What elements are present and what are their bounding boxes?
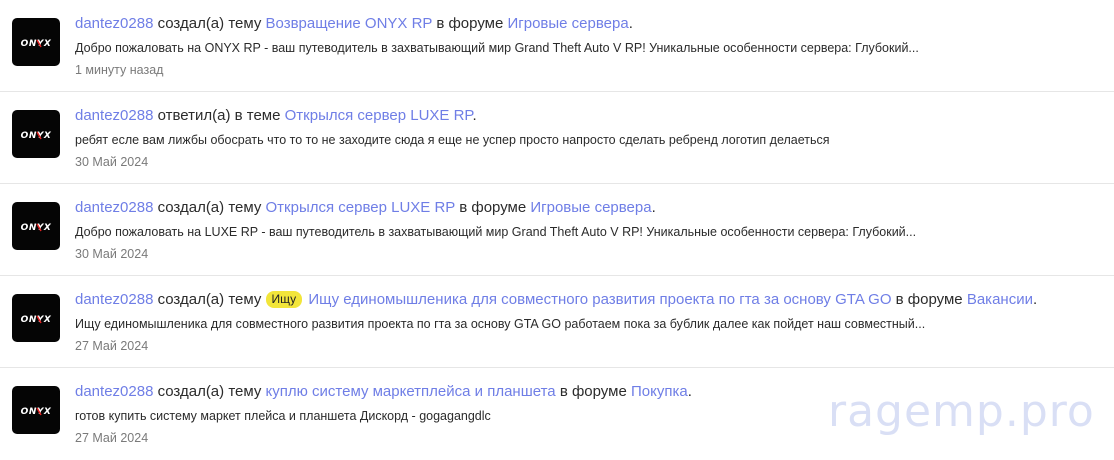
forum-link[interactable]: Игровые сервера (530, 199, 651, 216)
period: . (687, 383, 692, 400)
snippet: готов купить систему маркет плейса и пла… (75, 409, 491, 423)
user-link[interactable]: dantez0288 (75, 199, 153, 216)
period: . (1032, 291, 1038, 308)
svg-text:ONYX: ONYX (21, 223, 52, 232)
list-item: ONYX dantez0288 создал(а) тему куплю сис… (0, 368, 1114, 460)
timestamp[interactable]: 30 Май 2024 (75, 246, 1104, 262)
activity-line: dantez0288 ответил(а) в теме Открылся се… (75, 106, 1104, 126)
svg-text:ONYX: ONYX (21, 407, 52, 416)
list-item: ONYX dantez0288 создал(а) тему Открылся … (0, 184, 1114, 276)
period: . (472, 107, 477, 124)
item-content: dantez0288 создал(а) тему Возвращение ON… (75, 14, 1104, 78)
item-content: dantez0288 ответил(а) в теме Открылся се… (75, 106, 1104, 170)
onyx-logo: ONYX (21, 223, 52, 232)
forum-prefix-text: в форуме (436, 15, 504, 32)
list-item: ONYX dantez0288 ответил(а) в теме Открыл… (0, 92, 1114, 184)
timestamp[interactable]: 1 минуту назад (75, 62, 1104, 78)
svg-text:ONYX: ONYX (21, 131, 52, 140)
onyx-logo: ONYX (21, 131, 52, 140)
onyx-logo: ONYX (21, 39, 52, 48)
snippet: ребят есле вам лижбы обосрать что то то … (75, 133, 830, 147)
forum-link[interactable]: Игровые сервера (507, 15, 628, 32)
svg-text:ONYX: ONYX (21, 315, 52, 324)
onyx-logo: ONYX (21, 407, 52, 416)
user-link[interactable]: dantez0288 (75, 291, 153, 308)
forum-prefix-text: в форуме (459, 199, 527, 216)
avatar[interactable]: ONYX (12, 202, 60, 250)
user-link[interactable]: dantez0288 (75, 383, 153, 400)
thread-link[interactable]: куплю систему маркетплейса и планшета (266, 383, 556, 400)
item-content: dantez0288 создал(а) тему Ищу Ищу едином… (75, 290, 1104, 354)
timestamp[interactable]: 30 Май 2024 (75, 154, 1104, 170)
thread-link[interactable]: Открылся сервер LUXE RP (266, 199, 456, 216)
svg-text:ONYX: ONYX (21, 39, 52, 48)
activity-line: dantez0288 создал(а) тему куплю систему … (75, 382, 1104, 402)
user-link[interactable]: dantez0288 (75, 107, 153, 124)
forum-prefix-text: в форуме (559, 383, 627, 400)
action-text: создал(а) тему (157, 199, 262, 216)
activity-line: dantez0288 создал(а) тему Открылся серве… (75, 198, 1104, 218)
user-link[interactable]: dantez0288 (75, 15, 153, 32)
forum-link[interactable]: Покупка (631, 383, 688, 400)
item-content: dantez0288 создал(а) тему куплю систему … (75, 382, 1104, 446)
avatar[interactable]: ONYX (12, 110, 60, 158)
thread-link[interactable]: Возвращение ONYX RP (266, 15, 433, 32)
timestamp[interactable]: 27 Май 2024 (75, 338, 1104, 354)
list-item: ONYX dantez0288 создал(а) тему Возвращен… (0, 0, 1114, 92)
avatar[interactable]: ONYX (12, 294, 60, 342)
activity-line: dantez0288 создал(а) тему Ищу Ищу едином… (75, 290, 1104, 310)
avatar[interactable]: ONYX (12, 18, 60, 66)
item-content: dantez0288 создал(а) тему Открылся серве… (75, 198, 1104, 262)
action-text: создал(а) тему (157, 15, 262, 32)
activity-line: dantez0288 создал(а) тему Возвращение ON… (75, 14, 1104, 34)
thread-link[interactable]: Ищу единомышленика для совместного разви… (308, 291, 891, 308)
list-item: ONYX dantez0288 создал(а) тему Ищу Ищу е… (0, 276, 1114, 368)
thread-link[interactable]: Открылся сервер LUXE RP (285, 107, 473, 124)
action-text: создал(а) тему (157, 291, 262, 308)
period: . (651, 199, 656, 216)
snippet: Добро пожаловать на ONYX RP - ваш путево… (75, 41, 919, 55)
period: . (628, 15, 633, 32)
action-text: создал(а) тему (157, 383, 262, 400)
avatar[interactable]: ONYX (12, 386, 60, 434)
onyx-logo: ONYX (21, 315, 52, 324)
timestamp[interactable]: 27 Май 2024 (75, 430, 1104, 446)
snippet: Ищу единомышленика для совместного разви… (75, 317, 926, 331)
action-text: ответил(а) в теме (157, 107, 281, 124)
thread-prefix-badge: Ищу (265, 291, 303, 308)
forum-prefix-text: в форуме (895, 291, 963, 308)
snippet: Добро пожаловать на LUXE RP - ваш путево… (75, 225, 917, 239)
forum-link[interactable]: Вакансии (967, 291, 1033, 308)
